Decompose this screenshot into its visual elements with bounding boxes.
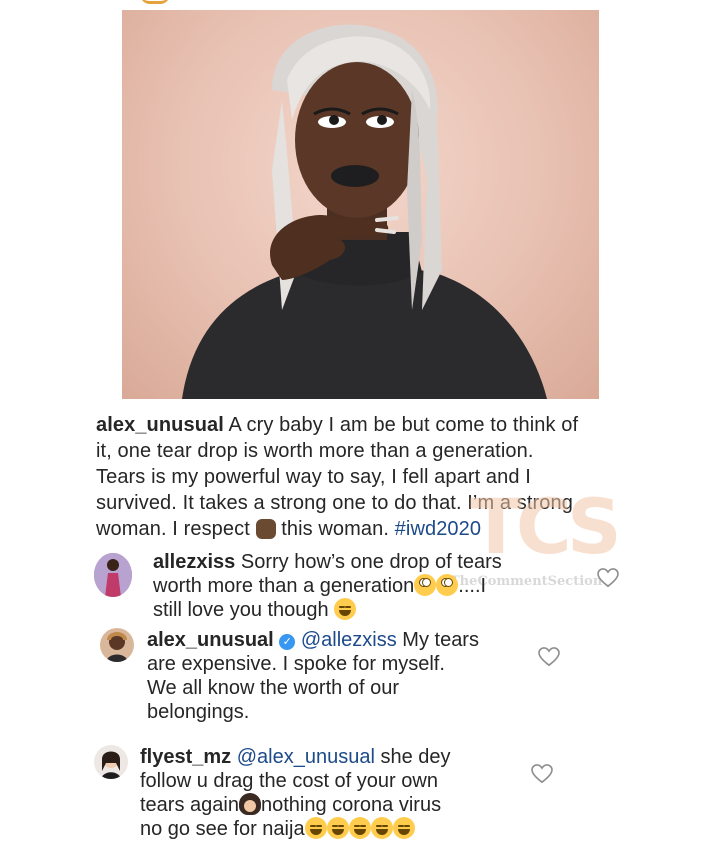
caption-text: it, one tear drop is worth more than a g… — [96, 440, 534, 462]
comment-text: belongings. — [147, 701, 250, 723]
comment-text: no go see for naija — [140, 818, 305, 840]
comment-text: tears again — [140, 794, 239, 816]
post-caption: alex_unusual A cry baby I am be but come… — [96, 412, 636, 542]
comment-text: We all know the worth of our — [147, 677, 399, 699]
avatar[interactable] — [100, 628, 134, 662]
comment-username[interactable]: allezxiss — [153, 551, 235, 573]
post-photo[interactable] — [122, 10, 599, 399]
mention-link[interactable]: @allezxiss — [301, 629, 397, 651]
caption-text: Tears is my powerful way to say, I fell … — [96, 466, 531, 488]
avatar[interactable] — [94, 745, 128, 779]
raised-fist-emoji-icon — [255, 519, 276, 539]
avatar[interactable] — [94, 553, 132, 597]
grinning-emoji-icon — [334, 598, 357, 620]
caption-text: survived. It takes a strong one to do th… — [96, 492, 573, 514]
comment-text: nothing corona virus — [260, 794, 442, 816]
portrait-illustration — [182, 24, 547, 399]
comment-text: still love you though — [153, 599, 335, 621]
caption-text: this woman. — [275, 518, 395, 540]
comment-text: she dey — [374, 746, 451, 768]
comment-text: worth more than a generation — [153, 575, 415, 597]
eye-roll-emoji-icon — [414, 574, 437, 596]
rofl-emoji-icon — [370, 817, 393, 839]
heart-icon[interactable] — [597, 568, 619, 588]
comment-text: ....I — [458, 575, 487, 597]
hashtag-link[interactable]: #iwd2020 — [395, 518, 481, 540]
caption-text: woman. I respect — [96, 518, 256, 540]
caption-username[interactable]: alex_unusual — [96, 414, 224, 436]
eye-roll-emoji-icon — [436, 574, 459, 596]
comment-text: follow u drag the cost of your own — [140, 770, 438, 792]
facepalm-emoji-icon — [238, 793, 261, 815]
comment-text: are expensive. I spoke for myself. — [147, 653, 445, 675]
mention-link[interactable]: @alex_unusual — [237, 746, 375, 768]
story-ring-fragment — [140, 0, 170, 4]
comment-text: Sorry how’s one drop of tears — [235, 551, 502, 573]
heart-icon[interactable] — [538, 647, 560, 667]
rofl-emoji-icon — [348, 817, 371, 839]
heart-icon[interactable] — [531, 764, 553, 784]
tears-of-joy-emoji-icon — [326, 817, 349, 839]
tears-of-joy-emoji-icon — [304, 817, 327, 839]
rofl-emoji-icon — [392, 817, 415, 839]
comment-username[interactable]: alex_unusual — [147, 629, 274, 651]
caption-text: A cry baby I am be but come to think of — [223, 414, 579, 436]
comment-username[interactable]: flyest_mz — [140, 746, 231, 768]
comment-text: My tears — [396, 629, 479, 651]
verified-badge-icon: ✓ — [279, 634, 296, 650]
